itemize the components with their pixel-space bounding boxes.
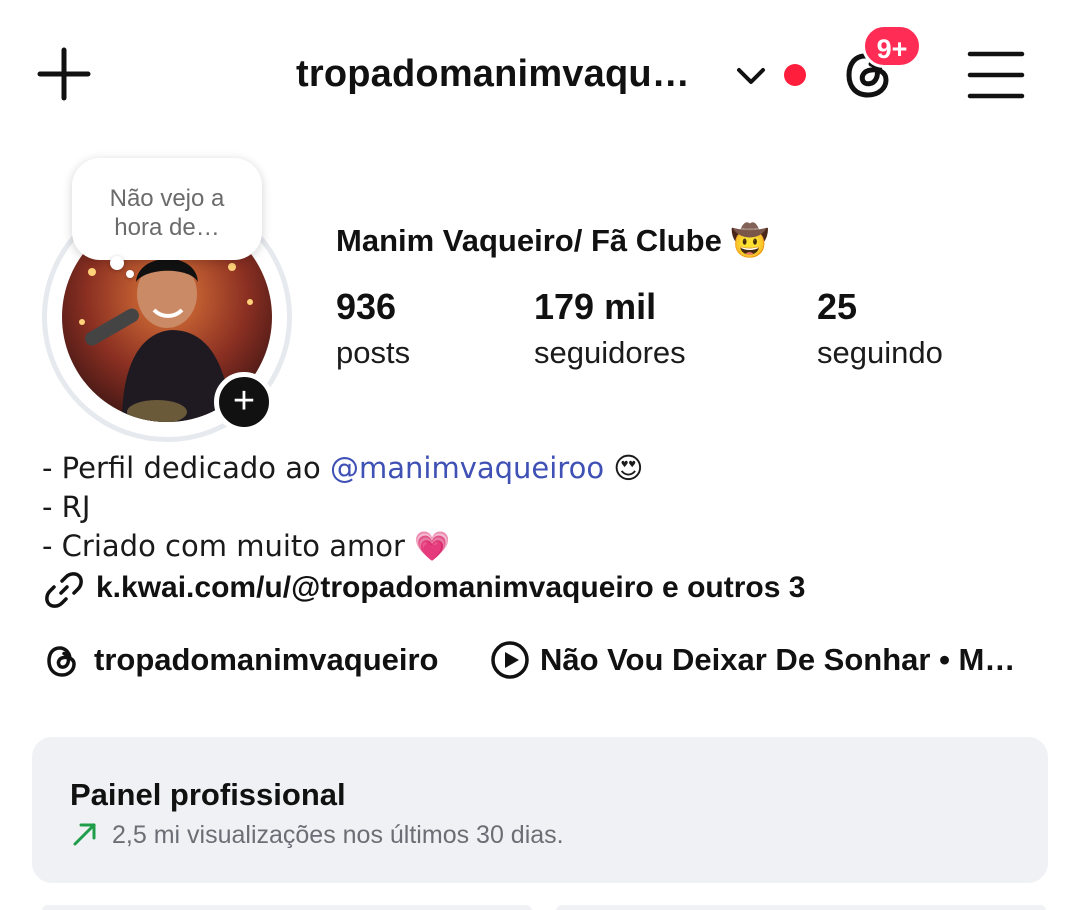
threads-icon	[47, 646, 76, 677]
notification-dot	[784, 64, 806, 86]
bio-mention-link[interactable]: @manimvaqueiroo	[330, 451, 604, 485]
stat-posts[interactable]: 936 posts	[336, 286, 410, 375]
chevron-down-icon[interactable]	[734, 62, 768, 90]
stat-posts-label: posts	[336, 335, 411, 370]
note-tail-dot	[110, 256, 124, 270]
dashboard-title: Painel profissional	[70, 777, 346, 812]
bio: - Perfil dedicado ao @manimvaqueiroo 😍 -…	[42, 449, 644, 566]
trend-up-arrow-icon	[73, 823, 96, 846]
music-title[interactable]: Não Vou Deixar De Sonhar • M…	[540, 642, 1015, 678]
display-name: Manim Vaqueiro/ Fã Clube 🤠	[336, 223, 770, 258]
note-text-line-2: hora de…	[114, 214, 220, 241]
plus-icon[interactable]	[36, 46, 92, 102]
bio-line-2: - RJ	[42, 490, 91, 524]
bio-line-1-text: - Perfil dedicado ao	[42, 451, 330, 485]
note-text-line-1: Não vejo a	[109, 185, 225, 212]
hamburger-menu-icon[interactable]	[966, 48, 1026, 102]
note-tail-dot-small	[126, 270, 134, 278]
bio-emoji-heart-eyes: 😍	[604, 451, 644, 485]
note-bubble[interactable]: Não vejo a hora de…	[72, 158, 262, 260]
dashboard-subtitle: 2,5 mi visualizações nos últimos 30 dias…	[112, 821, 564, 849]
bio-line-1: - Perfil dedicado ao @manimvaqueiroo 😍	[42, 449, 644, 488]
bio-line-3: - Criado com muito amor 💗	[42, 529, 451, 563]
play-circle-icon	[491, 641, 529, 679]
external-link-text[interactable]: k.kwai.com/u/@tropadomanimvaqueiro e out…	[96, 571, 805, 605]
action-button-partial[interactable]	[556, 905, 1046, 910]
stat-followers-value: 179 mil	[534, 286, 657, 327]
stat-following-label: seguindo	[817, 335, 943, 370]
add-story-button[interactable]: +	[214, 372, 274, 432]
stat-following-value: 25	[817, 286, 858, 327]
threads-handle[interactable]: tropadomanimvaqueiro	[94, 642, 439, 678]
username-title[interactable]: tropadomanimvaqu…	[296, 53, 690, 96]
stat-followers-label: seguidores	[534, 335, 686, 370]
professional-dashboard-card[interactable]: Painel profissional 2,5 mi visualizações…	[32, 737, 1048, 883]
notification-badge: 9+	[862, 24, 922, 68]
stat-following[interactable]: 25 seguindo	[817, 286, 943, 375]
action-button-partial[interactable]	[42, 905, 532, 910]
link-icon	[45, 572, 83, 608]
top-bar: tropadomanimvaqu… 9+	[0, 0, 1080, 150]
stat-posts-value: 936	[336, 286, 397, 327]
stat-followers[interactable]: 179 mil seguidores	[534, 286, 686, 375]
